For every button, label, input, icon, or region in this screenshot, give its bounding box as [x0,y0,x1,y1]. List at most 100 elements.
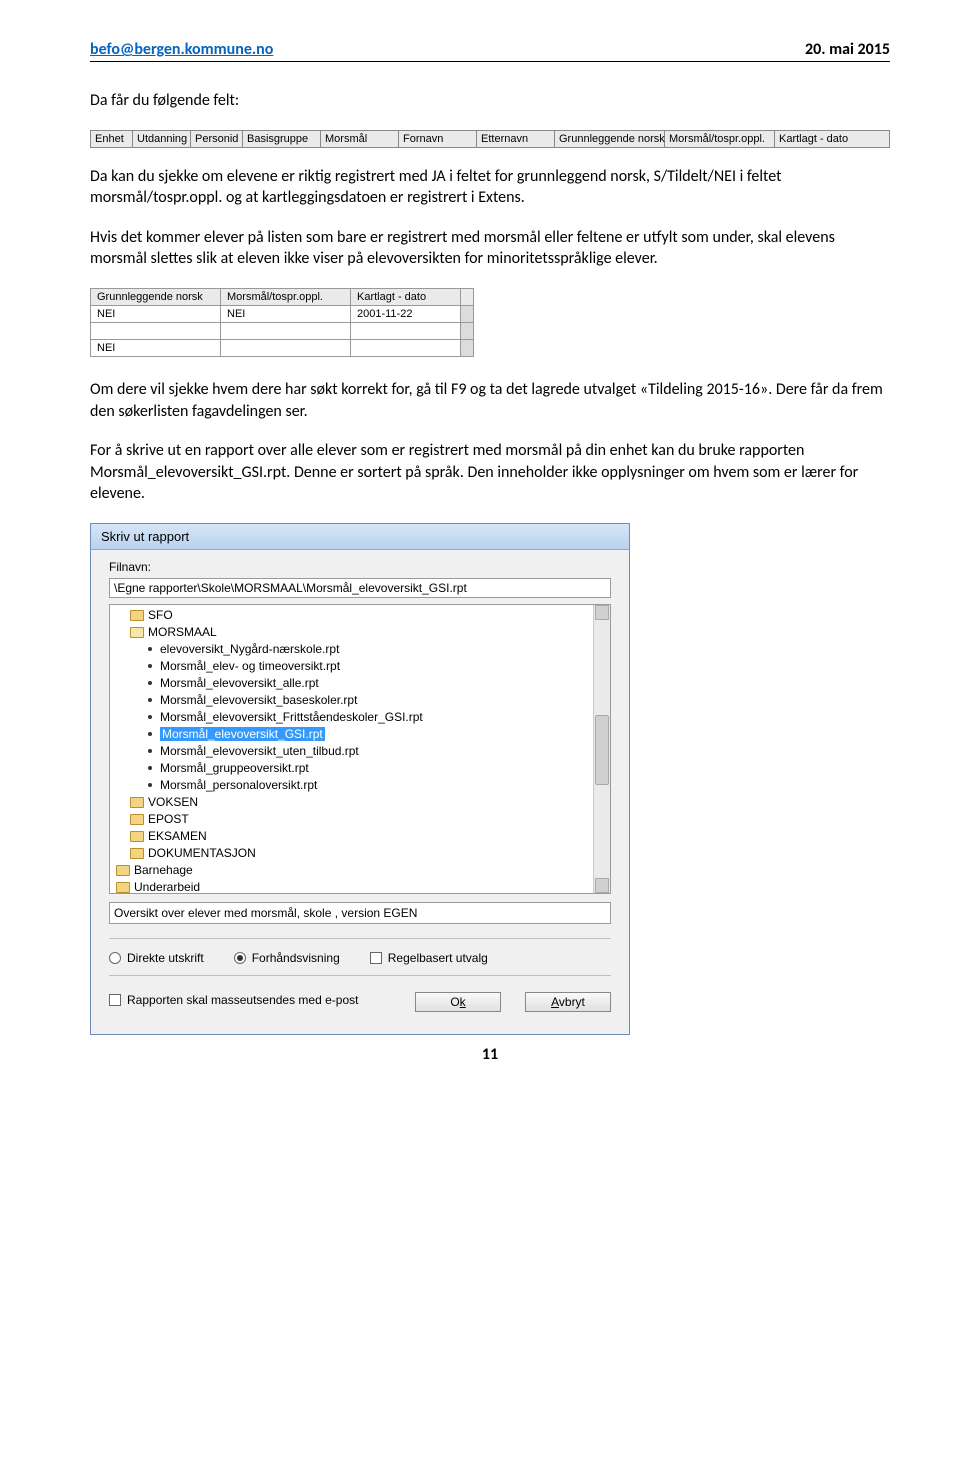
col-enhet[interactable]: Enhet [91,131,133,147]
folder-icon [130,814,144,825]
avbryt-button[interactable]: Avbryt [525,992,611,1012]
tree-folder[interactable]: SFO [110,607,610,624]
checkbox-icon [109,994,121,1006]
col-grunnleggende-norsk[interactable]: Grunnleggende norsk [555,131,665,147]
col-morsmal-tospr[interactable]: Morsmål/tospr.oppl. [665,131,775,147]
paragraph-3: Hvis det kommer elever på listen som bar… [90,227,890,270]
tree-folder[interactable]: EPOST [110,811,610,828]
tree-folder[interactable]: MORSMAAL [110,624,610,641]
dialog-divider [109,975,611,976]
tree-folder[interactable]: DOKUMENTASJON [110,845,610,862]
example-table: Grunnleggende norsk Morsmål/tospr.oppl. … [90,288,890,357]
filnavn-input[interactable] [109,578,611,598]
paragraph-1: Da får du følgende felt: [90,90,890,112]
tree-file[interactable]: Morsmål_elevoversikt_GSI.rpt [110,726,610,743]
file-bullet-icon [148,766,152,770]
radio-direkte-utskrift[interactable]: Direkte utskrift [109,951,204,965]
tree-file[interactable]: Morsmål_elev- og timeoversikt.rpt [110,658,610,675]
dialog-titlebar[interactable]: Skriv ut rapport [91,524,629,550]
st-col-kd[interactable]: Kartlagt - dato [351,288,461,305]
tree-file[interactable]: elevoversikt_Nygård-nærskole.rpt [110,641,610,658]
column-header-strip: Enhet Utdanning Personid Basisgruppe Mor… [90,130,890,148]
tree-item-label: DOKUMENTASJON [148,846,256,860]
paragraph-2: Da kan du sjekke om elevene er riktig re… [90,166,890,209]
tree-item-label: Underarbeid [134,880,200,894]
tree-item-label: Morsmål_elevoversikt_uten_tilbud.rpt [160,744,359,758]
st-col-mt[interactable]: Morsmål/tospr.oppl. [221,288,351,305]
file-bullet-icon [148,732,152,736]
header-email[interactable]: befo@bergen.kommune.no [90,40,273,59]
description-box[interactable]: Oversikt over elever med morsmål, skole … [109,902,611,924]
scroll-up-icon[interactable] [595,605,609,620]
file-bullet-icon [148,664,152,668]
folder-icon [130,610,144,621]
page-header: befo@bergen.kommune.no 20. mai 2015 [90,40,890,59]
col-fornavn[interactable]: Fornavn [399,131,477,147]
table-row[interactable]: NEI NEI 2001-11-22 [91,305,474,322]
file-bullet-icon [148,681,152,685]
paragraph-4: Om dere vil sjekke hvem dere har søkt ko… [90,379,890,422]
folder-icon [116,865,130,876]
paragraph-5: For å skrive ut en rapport over alle ele… [90,440,890,505]
header-divider [90,61,890,62]
tree-item-label: Morsmål_elevoversikt_Frittståendeskoler_… [160,710,423,724]
folder-icon [130,848,144,859]
folder-icon [130,627,144,638]
filnavn-label: Filnavn: [109,560,151,574]
report-tree[interactable]: SFO MORSMAAL elevoversikt_Nygård-nærskole.… [109,604,611,894]
col-morsmal[interactable]: Morsmål [321,131,399,147]
col-utdanning[interactable]: Utdanning [133,131,191,147]
tree-item-label: MORSMAAL [148,625,217,639]
col-basisgruppe[interactable]: Basisgruppe [243,131,321,147]
st-edge [461,288,474,305]
tree-item-label: elevoversikt_Nygård-nærskole.rpt [160,642,339,656]
folder-icon [130,831,144,842]
tree-item-label: Morsmål_elevoversikt_GSI.rpt [160,727,325,741]
file-bullet-icon [148,698,152,702]
tree-file[interactable]: Morsmål_gruppeoversikt.rpt [110,760,610,777]
tree-folder[interactable]: Barnehage [110,862,610,879]
tree-folder[interactable]: VOKSEN [110,794,610,811]
tree-file[interactable]: Morsmål_elevoversikt_baseskoler.rpt [110,692,610,709]
checkbox-icon [370,952,382,964]
tree-file[interactable]: Morsmål_personaloversikt.rpt [110,777,610,794]
tree-item-label: Barnehage [134,863,193,877]
radio-icon [234,952,246,964]
page-number: 11 [90,1045,890,1064]
tree-item-label: SFO [148,608,173,622]
tree-item-label: Morsmål_personaloversikt.rpt [160,778,317,792]
tree-file[interactable]: Morsmål_elevoversikt_uten_tilbud.rpt [110,743,610,760]
table-row[interactable] [91,322,474,339]
checkbox-regelbasert-utvalg[interactable]: Regelbasert utvalg [370,951,488,965]
tree-item-label: Morsmål_gruppeoversikt.rpt [160,761,309,775]
file-bullet-icon [148,749,152,753]
print-report-dialog: Skriv ut rapport Filnavn: SFO MORSMAAL ele… [90,523,630,1035]
file-bullet-icon [148,715,152,719]
tree-item-label: EKSAMEN [148,829,207,843]
table-row[interactable]: NEI [91,339,474,356]
file-bullet-icon [148,783,152,787]
scroll-down-icon[interactable] [595,878,609,893]
col-personid[interactable]: Personid [191,131,243,147]
tree-item-label: Morsmål_elev- og timeoversikt.rpt [160,659,340,673]
file-bullet-icon [148,647,152,651]
tree-file[interactable]: Morsmål_elevoversikt_Frittståendeskoler_… [110,709,610,726]
tree-item-label: EPOST [148,812,189,826]
folder-icon [130,797,144,808]
radio-icon [109,952,121,964]
tree-file[interactable]: Morsmål_elevoversikt_alle.rpt [110,675,610,692]
tree-folder[interactable]: EKSAMEN [110,828,610,845]
ok-button[interactable]: Ok [415,992,501,1012]
tree-item-label: VOKSEN [148,795,198,809]
folder-icon [116,882,130,893]
tree-folder[interactable]: Underarbeid [110,879,610,894]
scroll-thumb[interactable] [595,715,609,785]
st-col-gn[interactable]: Grunnleggende norsk [91,288,221,305]
tree-scrollbar[interactable] [593,605,610,893]
col-kartlagt-dato[interactable]: Kartlagt - dato [775,131,889,147]
checkbox-masseutsend[interactable]: Rapporten skal masseutsendes med e-post [109,993,358,1007]
dialog-divider [109,938,611,939]
radio-forhandsvisning[interactable]: Forhåndsvisning [234,951,340,965]
tree-item-label: Morsmål_elevoversikt_baseskoler.rpt [160,693,357,707]
col-etternavn[interactable]: Etternavn [477,131,555,147]
